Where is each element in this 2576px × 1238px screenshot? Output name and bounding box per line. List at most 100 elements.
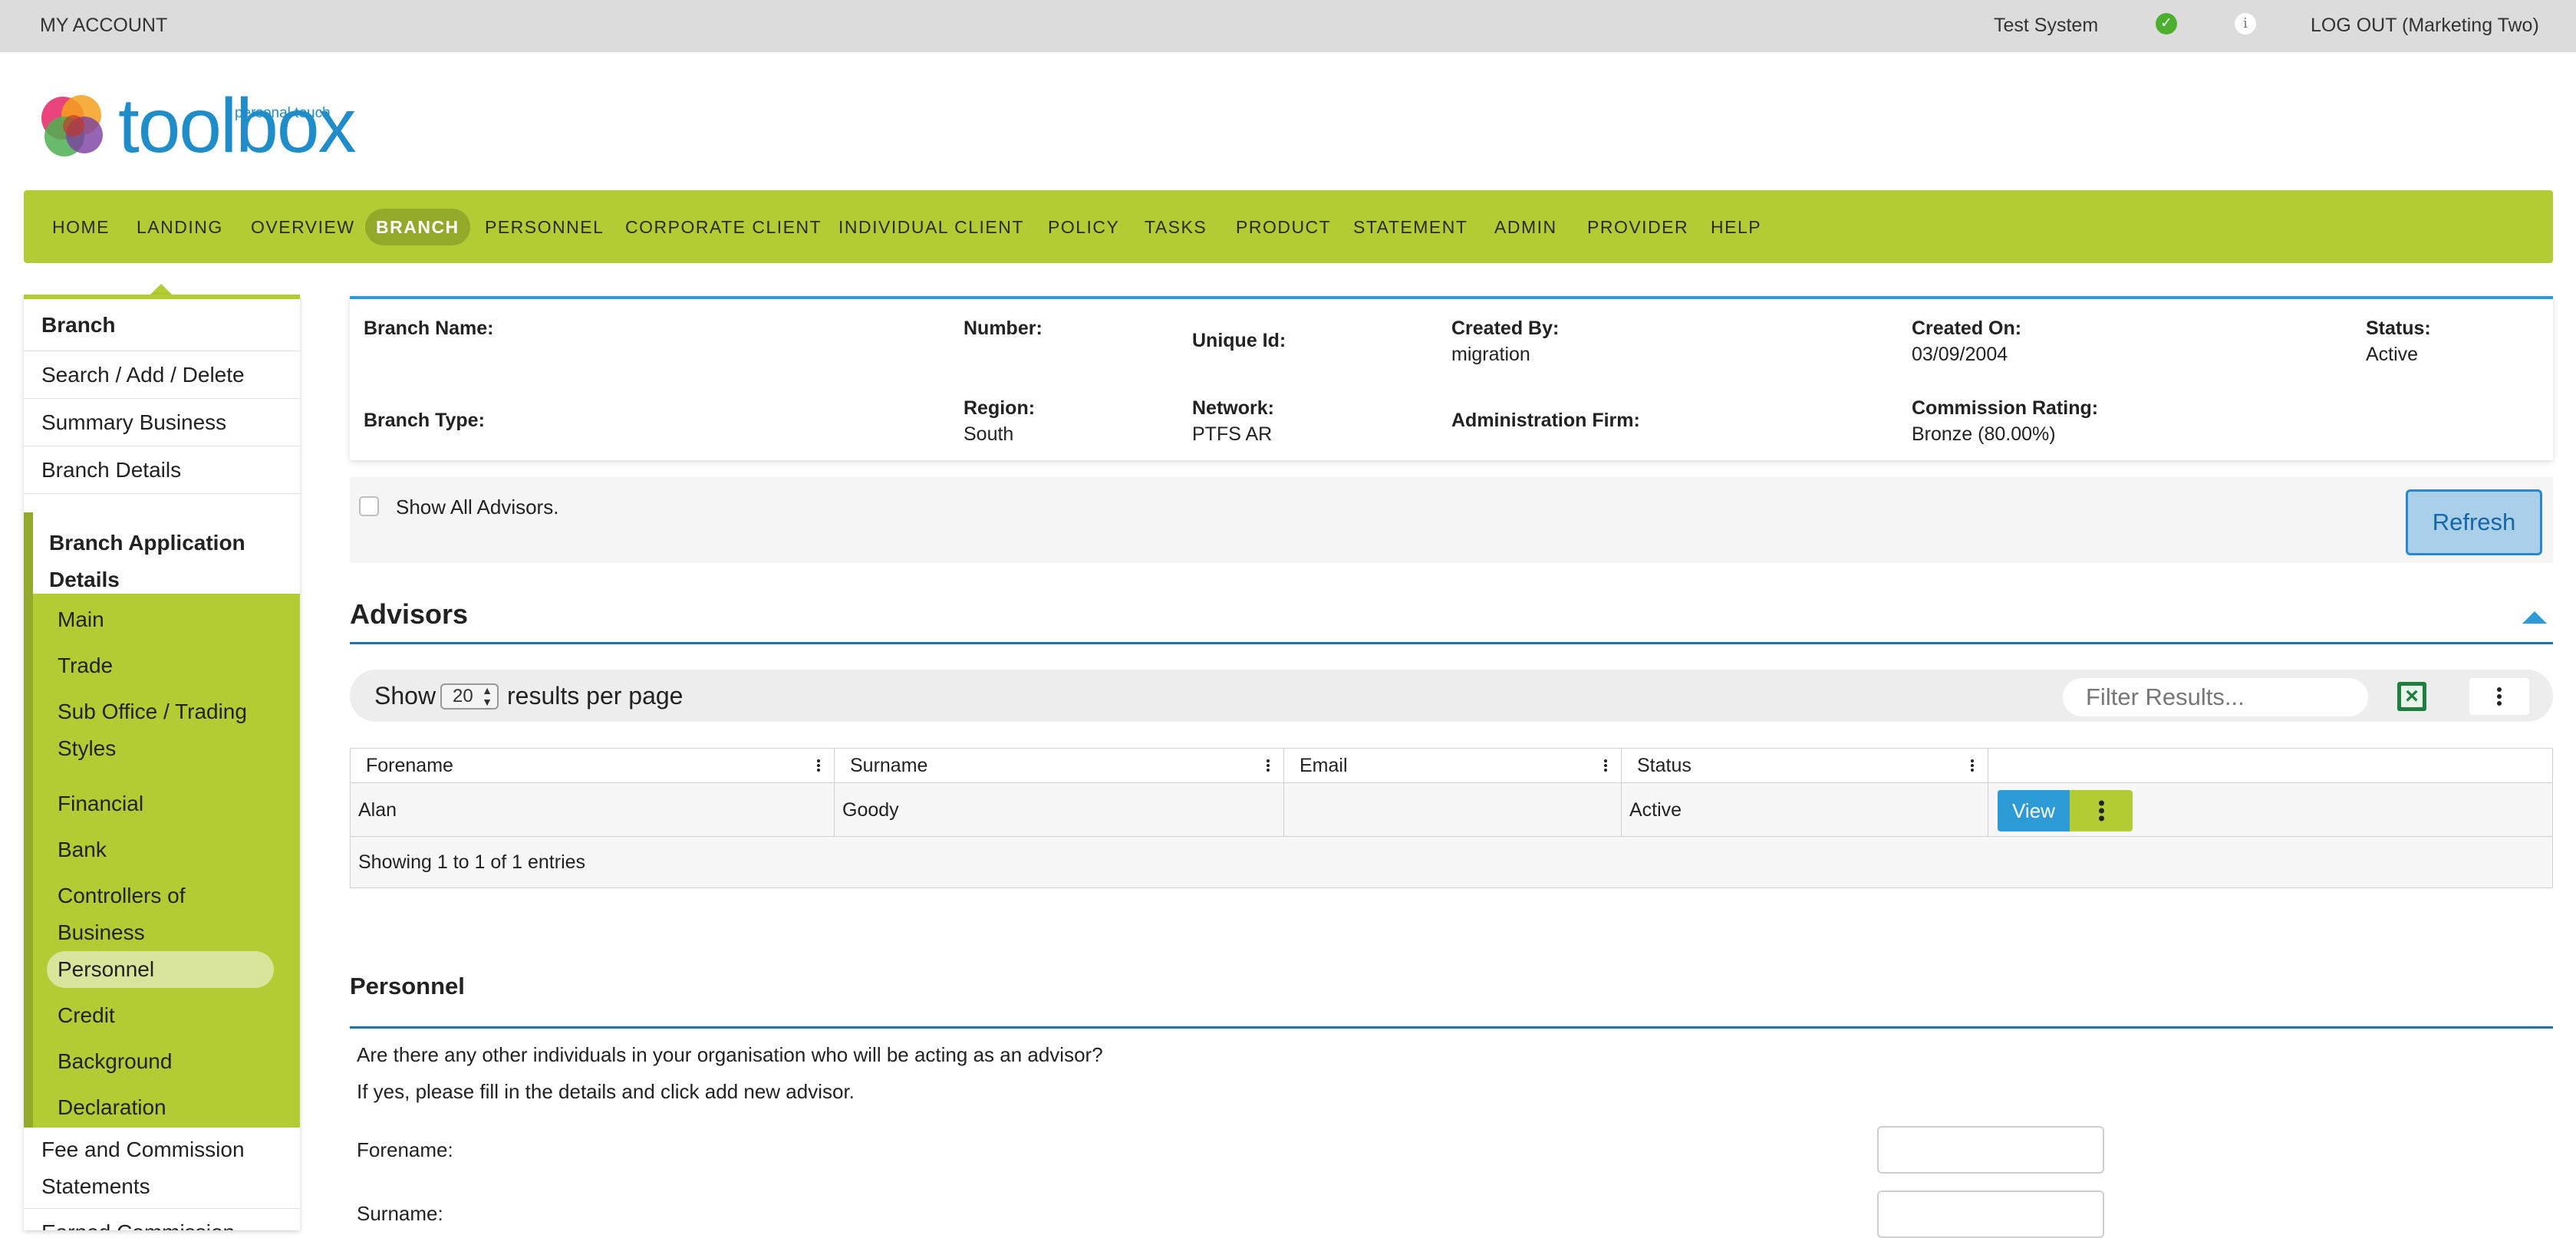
cell-forename: Alan bbox=[351, 782, 835, 836]
nav-corporate-client[interactable]: CORPORATE CLIENT bbox=[614, 209, 832, 245]
region-label: Region: bbox=[964, 397, 1036, 419]
column-header-actions bbox=[1988, 749, 2552, 782]
excel-icon[interactable] bbox=[2397, 682, 2426, 711]
nav-provider[interactable]: PROVIDER bbox=[1576, 209, 1699, 245]
region-value: South bbox=[964, 423, 1014, 445]
sidebar-sub-declaration[interactable]: Declaration bbox=[58, 1089, 166, 1126]
table-options-button[interactable] bbox=[2469, 678, 2529, 715]
status-value: Active bbox=[2366, 344, 2419, 365]
more-vertical-icon bbox=[2099, 798, 2104, 824]
column-menu-icon[interactable] bbox=[1604, 758, 1607, 773]
sidebar-sub-financial[interactable]: Financial bbox=[58, 785, 143, 822]
advisors-divider bbox=[350, 642, 2553, 644]
surname-input[interactable] bbox=[1877, 1190, 2104, 1238]
nav-personnel[interactable]: PERSONNEL bbox=[474, 209, 614, 245]
personnel-title: Personnel bbox=[350, 973, 465, 999]
toolbox-logo[interactable]: toolbox personal touch bbox=[34, 84, 356, 169]
nav-landing[interactable]: LANDING bbox=[126, 209, 234, 245]
table-info: Showing 1 to 1 of 1 entries bbox=[351, 836, 2552, 887]
nav-individual-client[interactable]: INDIVIDUAL CLIENT bbox=[828, 209, 1035, 245]
main-nav: HOME LANDING OVERVIEW BRANCH PERSONNEL C… bbox=[24, 190, 2553, 263]
sidebar-item-summary-business[interactable]: Summary Business bbox=[24, 399, 300, 446]
page-size-value: 20 bbox=[453, 686, 473, 706]
sidebar-group-bar bbox=[24, 512, 33, 1128]
branch-name-label: Branch Name: bbox=[364, 318, 494, 339]
column-header-email[interactable]: Email bbox=[1284, 749, 1622, 782]
per-page-label: results per page bbox=[507, 682, 684, 710]
sidebar-item-branch-details[interactable]: Branch Details bbox=[24, 446, 300, 494]
info-icon[interactable]: i bbox=[2235, 13, 2256, 35]
logout-link[interactable]: LOG OUT (Marketing Two) bbox=[2311, 0, 2539, 51]
show-all-label[interactable]: Show All Advisors. bbox=[396, 496, 558, 519]
logo-mark-icon bbox=[41, 95, 103, 156]
nav-caret bbox=[150, 284, 172, 295]
column-header-surname[interactable]: Surname bbox=[835, 749, 1284, 782]
unique-id-label: Unique Id: bbox=[1192, 330, 1286, 351]
sidebar-item-search[interactable]: Search / Add / Delete bbox=[24, 351, 300, 399]
sidebar-sub-trade[interactable]: Trade bbox=[58, 647, 113, 684]
nav-tasks[interactable]: TASKS bbox=[1134, 209, 1217, 245]
column-menu-icon[interactable] bbox=[817, 758, 820, 773]
sidebar-sub-personnel[interactable]: Personnel bbox=[47, 951, 274, 988]
row-actions-button[interactable] bbox=[2070, 790, 2133, 831]
admin-firm-label: Administration Firm: bbox=[1451, 410, 1640, 431]
column-header-forename[interactable]: Forename bbox=[351, 749, 835, 782]
branch-info-card: Branch Name: Number: Unique Id: Created … bbox=[350, 296, 2553, 460]
nav-admin[interactable]: ADMIN bbox=[1484, 209, 1568, 245]
forename-input[interactable] bbox=[1877, 1126, 2104, 1174]
logo-tagline: personal touch bbox=[235, 105, 331, 121]
sidebar-sub-bank[interactable]: Bank bbox=[58, 831, 107, 868]
cell-surname: Goody bbox=[835, 782, 1284, 836]
sidebar-sub-sub-office[interactable]: Sub Office / Trading Styles bbox=[58, 693, 288, 767]
cell-email bbox=[1284, 782, 1622, 836]
column-header-label: Status bbox=[1637, 755, 1692, 776]
my-account-link[interactable]: MY ACCOUNT bbox=[40, 0, 167, 51]
nav-policy[interactable]: POLICY bbox=[1037, 209, 1130, 245]
filter-results-input[interactable] bbox=[2063, 678, 2368, 716]
commission-rating-value: Bronze (80.00%) bbox=[1912, 423, 2056, 445]
column-menu-icon[interactable] bbox=[1971, 758, 1974, 773]
show-all-checkbox[interactable] bbox=[359, 496, 379, 516]
refresh-button[interactable]: Refresh bbox=[2406, 489, 2542, 555]
advisors-table: Forename Surname Email Status Alan Goody… bbox=[350, 748, 2553, 888]
side-nav: Branch Search / Add / Delete Summary Bus… bbox=[24, 295, 300, 1230]
sidebar-sub-background[interactable]: Background bbox=[58, 1043, 172, 1080]
branch-type-label: Branch Type: bbox=[364, 410, 485, 431]
system-name: Test System bbox=[1994, 15, 2099, 36]
page-size-select[interactable]: 20 ▲ ▼ bbox=[440, 683, 499, 710]
personnel-question: Are there any other individuals in your … bbox=[357, 1043, 1103, 1066]
network-label: Network: bbox=[1192, 397, 1274, 419]
more-vertical-icon bbox=[2497, 685, 2502, 708]
nav-statement[interactable]: STATEMENT bbox=[1342, 209, 1478, 245]
sidebar-sub-credit[interactable]: Credit bbox=[58, 997, 115, 1034]
show-label: Show bbox=[374, 682, 436, 710]
surname-label: Surname: bbox=[357, 1202, 443, 1225]
sidebar-sub-controllers[interactable]: Controllers of Business bbox=[58, 877, 249, 951]
view-button[interactable]: View bbox=[1998, 790, 2070, 831]
nav-overview[interactable]: OVERVIEW bbox=[240, 209, 366, 245]
commission-rating-label: Commission Rating: bbox=[1912, 397, 2099, 419]
number-label: Number: bbox=[964, 318, 1043, 339]
top-bar: MY ACCOUNT Test System ✓ i LOG OUT (Mark… bbox=[0, 0, 2576, 52]
collapse-icon[interactable] bbox=[2522, 611, 2547, 624]
personnel-instruction: If yes, please fill in the details and c… bbox=[357, 1080, 855, 1103]
sidebar-item-earned-commission[interactable]: Earned Commission bbox=[24, 1209, 300, 1230]
network-value: PTFS AR bbox=[1192, 423, 1273, 445]
advisors-toolbar: Show 20 ▲ ▼ results per page bbox=[350, 670, 2553, 722]
select-arrows-icon: ▲ ▼ bbox=[482, 684, 492, 708]
column-header-label: Email bbox=[1300, 755, 1348, 776]
nav-home[interactable]: HOME bbox=[41, 209, 120, 245]
sidebar-title: Branch bbox=[24, 299, 300, 351]
nav-product[interactable]: PRODUCT bbox=[1225, 209, 1342, 245]
column-header-status[interactable]: Status bbox=[1622, 749, 1988, 782]
column-menu-icon[interactable] bbox=[1267, 758, 1270, 773]
nav-branch[interactable]: BRANCH bbox=[365, 209, 470, 245]
sidebar-item-branch-application-details[interactable]: Branch Application Details bbox=[33, 512, 300, 594]
show-all-bar: Show All Advisors. Refresh bbox=[350, 477, 2553, 563]
sidebar-sub-main[interactable]: Main bbox=[58, 601, 104, 638]
created-on-value: 03/09/2004 bbox=[1912, 344, 2008, 365]
nav-help[interactable]: HELP bbox=[1700, 209, 1772, 245]
personnel-divider bbox=[350, 1026, 2553, 1029]
sidebar-item-fee-commission[interactable]: Fee and Commission Statements bbox=[24, 1128, 300, 1209]
column-header-label: Surname bbox=[850, 755, 928, 776]
